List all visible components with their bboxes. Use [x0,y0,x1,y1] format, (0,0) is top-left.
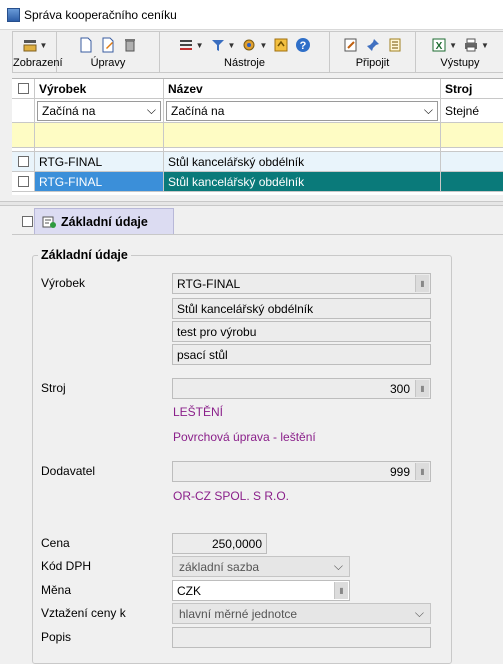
chevron-down-icon: ⌵ [423,103,433,117]
chevron-down-icon[interactable]: ▼ [228,41,236,50]
column-header-stroj[interactable]: Stroj [441,79,503,99]
label-mena: Měna [41,583,72,597]
detail-tabbar: Základní údaje [12,208,503,234]
filter-select-stroj[interactable]: Stejné [441,99,503,123]
filter-select-nazev[interactable]: Začíná na ⌵ [166,100,438,121]
chevron-down-icon[interactable]: ▼ [259,41,267,50]
edit-document-icon[interactable] [100,37,116,53]
chevron-down-icon: ⌵ [146,103,156,117]
title-bar: Správa kooperačního ceníku [0,0,503,30]
toolbar-group-pripojit: Připojit [330,32,416,72]
list-document-icon[interactable] [387,37,403,53]
tools-icon[interactable] [241,37,257,53]
help-icon[interactable]: ? [295,37,311,53]
stroj-field[interactable]: 300 ▮ [172,378,431,399]
chevron-down-icon[interactable]: ▼ [481,41,489,50]
pin-icon[interactable] [365,37,381,53]
mena-field[interactable]: CZK ▮ [172,580,350,601]
toolbar-group-upravy: Úpravy [57,32,160,72]
row-checkbox[interactable] [12,172,35,192]
print-icon[interactable] [463,37,479,53]
toolbar-group-zobrazeni: ▼ Zobrazení [13,32,63,72]
kod-dph-select[interactable]: základní sazba ⌵ [172,556,350,577]
new-document-icon[interactable] [78,37,94,53]
dodavatel-field[interactable]: 999 ▮ [172,461,431,482]
toolbar-group-label: Nástroje [224,57,265,69]
label-kod-dph: Kód DPH [41,559,92,573]
vyrobek-field[interactable]: RTG-FINAL ▮ [172,273,431,294]
table-row-selected[interactable]: RTG-FINAL Stůl kancelářský obdélník [12,172,503,192]
select-all-checkbox[interactable] [12,79,35,99]
grid-new-row[interactable] [12,123,503,148]
filter-icon[interactable] [210,37,226,53]
label-cena: Cena [41,536,70,550]
table-row[interactable]: RTG-FINAL Stůl kancelářský obdélník [12,152,503,172]
delete-icon[interactable] [122,37,138,53]
app-icon [7,7,20,22]
toolbar-group-label: Výstupy [440,57,480,69]
cell-vyrobek[interactable]: RTG-FINAL [35,172,164,192]
label-vyrobek: Výrobek [41,276,86,290]
column-header-nazev[interactable]: Název [164,79,441,99]
toolbar-group-label: Úpravy [90,57,126,69]
chevron-down-icon: ⌵ [414,606,424,620]
vyrobek-note-field: psací stůl [172,344,431,365]
filter-select-vyrobek[interactable]: Začíná na ⌵ [37,100,161,121]
attach-edit-icon[interactable] [343,37,359,53]
label-stroj: Stroj [41,381,66,395]
popis-field[interactable] [172,627,431,648]
label-popis: Popis [41,630,72,644]
stroj-description: Povrchová úprava - leštění [173,430,316,444]
toolbar-group-vystupy: X ▼ ▼ Výstupy [416,32,503,72]
vyrobek-name-field: Stůl kancelářský obdélník [172,298,431,319]
stroj-name: LEŠTĚNÍ [173,405,224,419]
column-header-vyrobek[interactable]: Výrobek [35,79,164,99]
excel-export-icon[interactable]: X [431,37,447,53]
tab-checkbox[interactable] [22,216,33,227]
svg-text:?: ? [300,40,307,52]
grid-header-row: Výrobek Název Stroj [12,79,503,99]
vztazeni-select[interactable]: hlavní měrné jednotce ⌵ [172,603,431,624]
splitter[interactable] [0,201,503,206]
tab-zakladni-udaje[interactable]: Základní údaje [34,208,174,234]
grid-filter-row: Začíná na ⌵ Začíná na ⌵ Stejné [12,99,503,123]
cell-nazev[interactable]: Stůl kancelářský obdélník [164,152,441,172]
lookup-button[interactable]: ▮ [415,275,429,292]
refresh-icon[interactable] [273,37,289,53]
cell-stroj[interactable] [441,172,503,192]
groupbox-title: Základní údaje [38,248,131,262]
detail-panel: Základní údaje Výrobek RTG-FINAL ▮ Stůl … [12,234,503,664]
details-icon [41,214,57,230]
chevron-down-icon: ⌵ [333,559,343,573]
dodavatel-name: OR-CZ SPOL. S R.O. [173,489,290,503]
data-grid: Výrobek Název Stroj Začíná na ⌵ Začíná n… [12,78,503,195]
cell-stroj[interactable] [441,152,503,172]
cell-nazev[interactable]: Stůl kancelářský obdélník [164,172,441,192]
toolbar-group-label: Připojit [355,57,390,69]
toolbar-group-label: Zobrazení [13,57,63,69]
label-dodavatel: Dodavatel [41,464,96,478]
chevron-down-icon[interactable]: ▼ [196,41,204,50]
chevron-down-icon[interactable]: ▼ [449,41,457,50]
vyrobek-desc-field: test pro výrobu [172,321,431,342]
lookup-button[interactable]: ▮ [415,463,429,480]
svg-text:X: X [436,41,443,52]
view-icon[interactable] [22,37,38,53]
lookup-button[interactable]: ▮ [415,380,429,397]
label-vztazeni: Vztažení ceny k [41,606,126,620]
lookup-button[interactable]: ▮ [334,582,348,599]
cell-vyrobek[interactable]: RTG-FINAL [35,152,164,172]
row-checkbox[interactable] [12,152,35,172]
cena-field[interactable]: 250,0000 [172,533,267,554]
chevron-down-icon[interactable]: ▼ [40,41,48,50]
window-title: Správa kooperačního ceníku [24,7,177,22]
columns-icon[interactable] [178,37,194,53]
ribbon-toolbar: ▼ Zobrazení Úpravy ▼ ▼ ▼ ? Nástroje Přip… [12,31,503,73]
toolbar-group-nastroje: ▼ ▼ ▼ ? Nástroje [160,32,330,72]
